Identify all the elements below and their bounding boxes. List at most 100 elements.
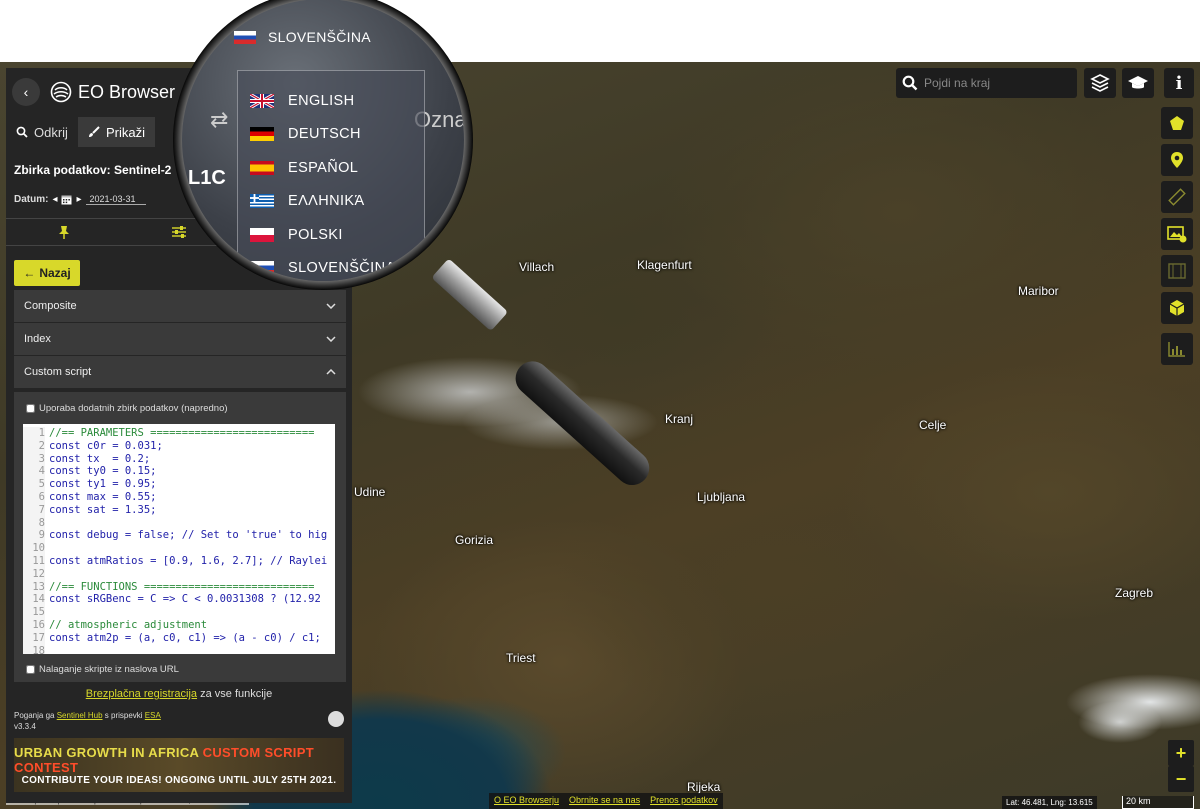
banner-title-a: URBAN GROWTH IN AFRICA: [14, 744, 199, 760]
date-picker: Datum: ◂ ▸ 2021-03-31: [14, 194, 146, 205]
tab-label: Prikaži: [105, 124, 145, 140]
line-number: 6: [38, 490, 45, 503]
tab-visualize[interactable]: Prikaži: [77, 117, 155, 147]
link-about[interactable]: O EO Browserju: [489, 793, 564, 809]
pin-button[interactable]: [6, 219, 121, 245]
eo-mini-logo-icon: [328, 711, 344, 727]
code-line[interactable]: [49, 517, 327, 530]
line-number: 16: [32, 618, 45, 631]
search-input[interactable]: [924, 76, 1064, 90]
ruler-icon: [1168, 188, 1186, 206]
load-script-url-checkbox[interactable]: Nalaganje skripte iz naslova URL: [26, 664, 179, 675]
image-download-button[interactable]: [1161, 218, 1193, 250]
code-line[interactable]: //== FUNCTIONS =========================…: [49, 581, 327, 594]
next-date-caret-icon[interactable]: ▸: [76, 194, 81, 205]
link-contact[interactable]: Obrnite se na nas: [564, 793, 645, 809]
code-line[interactable]: const atmRatios = [0.9, 1.6, 2.7]; // Ra…: [49, 555, 327, 568]
language-option-espanol[interactable]: ESPAÑOL: [250, 160, 358, 176]
checkbox[interactable]: [26, 404, 35, 413]
code-line[interactable]: const debug = false; // Set to 'true' to…: [49, 529, 327, 542]
esa-link[interactable]: ESA: [145, 711, 161, 720]
language-option-slovenscina[interactable]: SLOVENŠČINA: [250, 260, 396, 276]
code-line[interactable]: [49, 606, 327, 619]
line-number: 5: [38, 478, 45, 491]
code-line[interactable]: const max = 0.55;: [49, 491, 327, 504]
city-label-udine: Udine: [354, 485, 386, 499]
code-line[interactable]: const tx = 0.2;: [49, 453, 327, 466]
code-line[interactable]: const c0r = 0.031;: [49, 440, 327, 453]
code-line[interactable]: const sat = 1.35;: [49, 504, 327, 517]
search-icon[interactable]: [896, 68, 924, 98]
back-label: Nazaj: [39, 266, 71, 280]
calendar-icon[interactable]: [61, 194, 72, 205]
back-button[interactable]: ← Nazaj: [14, 260, 80, 286]
statistics-button[interactable]: [1161, 333, 1193, 365]
graduation-cap-icon: [1128, 76, 1148, 89]
code-line[interactable]: [49, 542, 327, 555]
selected-language: SLOVENŠČINA: [268, 29, 371, 45]
magnifier-lens: L1C Ozna ⇄ SLOVENŠČINA ENGLISH DEUTSCH E…: [182, 0, 464, 281]
code-line[interactable]: [49, 645, 327, 654]
tab-discover[interactable]: Odkrij: [6, 117, 78, 147]
arrow-left-icon: ←: [23, 266, 36, 280]
city-label-gorizia: Gorizia: [455, 533, 494, 547]
city-label-rijeka: Rijeka: [687, 780, 721, 794]
city-label-ljubljana: Ljubljana: [697, 490, 746, 504]
layers-button[interactable]: [1084, 68, 1116, 98]
code-line[interactable]: // atmospheric adjustment: [49, 619, 327, 632]
city-label-triest: Triest: [506, 651, 536, 665]
link-download[interactable]: Prenos podatkov: [645, 793, 723, 809]
code-line[interactable]: const sRGBenc = C => C < 0.0031308 ? (12…: [49, 593, 327, 606]
register-text: za vse funkcije: [200, 688, 273, 700]
code-line[interactable]: const ty1 = 0.95;: [49, 478, 327, 491]
code-line[interactable]: const atm2p = (a, c0, c1) => (a - c0) / …: [49, 632, 327, 645]
line-number: 2: [38, 439, 45, 452]
zoom-in-button[interactable]: +: [1168, 740, 1194, 766]
code-line[interactable]: //== PARAMETERS ========================…: [49, 427, 327, 440]
3d-button[interactable]: [1161, 292, 1193, 324]
language-option-deutsch[interactable]: DEUTSCH: [250, 126, 361, 142]
timelapse-button[interactable]: [1161, 255, 1193, 287]
additional-datasets-checkbox[interactable]: Uporaba dodatnih zbirk podatkov (napredn…: [26, 403, 228, 414]
accordion-index[interactable]: Index: [14, 323, 346, 355]
language-dropdown: ENGLISH DEUTSCH ESPAÑOL ΕΛΛΗΝΙΚΆ POLSKI …: [237, 70, 425, 281]
language-selector[interactable]: SLOVENŠČINA: [234, 29, 371, 45]
education-button[interactable]: [1122, 68, 1154, 98]
code-line[interactable]: const ty0 = 0.15;: [49, 465, 327, 478]
sentinel-hub-link[interactable]: Sentinel Hub: [57, 711, 103, 720]
contest-banner[interactable]: URBAN GROWTH IN AFRICA CUSTOM SCRIPT CON…: [14, 738, 344, 792]
flag-slovenia-icon: [234, 30, 256, 44]
city-label-zagreb: Zagreb: [1115, 586, 1154, 600]
line-number: 3: [38, 452, 45, 465]
measure-button[interactable]: [1161, 181, 1193, 213]
draw-aoi-button[interactable]: [1161, 107, 1193, 139]
code-editor[interactable]: 1 2 3 4 5 6 7 8 9 10 11 12 13 14 15 16 17 18 //== PARAMET…: [23, 424, 335, 654]
poi-button[interactable]: [1161, 144, 1193, 176]
chevron-down-icon: [326, 336, 336, 342]
language-option-polski[interactable]: POLSKI: [250, 227, 343, 243]
accordion-custom-script[interactable]: Custom script: [14, 356, 346, 388]
language-label: ΕΛΛΗΝΙΚΆ: [288, 193, 365, 209]
language-option-greek[interactable]: ΕΛΛΗΝΙΚΆ: [250, 193, 365, 209]
zoom-out-button[interactable]: −: [1168, 766, 1194, 792]
app-title: EO Browser: [78, 81, 176, 102]
powered-prefix: Poganja ga: [14, 711, 55, 720]
collapse-panel-button[interactable]: ‹: [12, 78, 40, 106]
flag-uk-icon: [249, 92, 275, 110]
info-icon: i: [1175, 72, 1183, 94]
code-lines[interactable]: //== PARAMETERS ========================…: [49, 427, 327, 654]
location-search[interactable]: [896, 68, 1077, 98]
line-number: 11: [32, 554, 45, 567]
info-button[interactable]: i: [1164, 68, 1194, 98]
accordion-composite[interactable]: Composite: [14, 290, 346, 322]
magnified-level-label: L1C: [188, 167, 226, 189]
date-value[interactable]: 2021-03-31: [85, 194, 146, 205]
checkbox[interactable]: [26, 665, 35, 674]
footer-links: O EO Browserju Obrnite se na nas Prenos …: [489, 793, 723, 809]
register-link[interactable]: Brezplačna registracija: [86, 688, 197, 700]
bar-chart-icon: [1168, 342, 1185, 357]
line-numbers: 1 2 3 4 5 6 7 8 9 10 11 12 13 14 15 16 17 18: [23, 427, 45, 654]
language-option-english[interactable]: ENGLISH: [249, 92, 354, 110]
prev-date-caret-icon[interactable]: ◂: [52, 194, 57, 205]
code-line[interactable]: [49, 568, 327, 581]
